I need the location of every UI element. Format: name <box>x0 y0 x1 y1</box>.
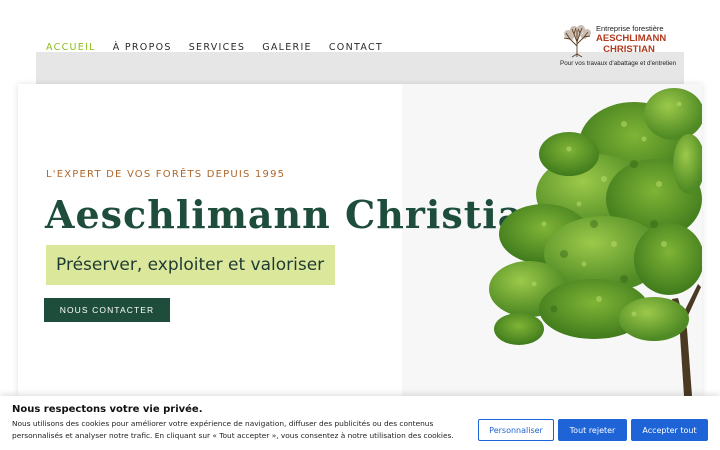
nav-item-services[interactable]: SERVICES <box>189 42 245 54</box>
cookie-consent-banner: Nous respectons votre vie privée. Nous u… <box>0 396 720 450</box>
hero-subtitle: Préserver, exploiter et valoriser <box>56 255 325 275</box>
logo-line-2: AESCHLIMANN <box>596 33 667 44</box>
tree-logo-icon <box>563 25 591 58</box>
nav-item-a-propos[interactable]: À PROPOS <box>113 42 172 54</box>
nav-item-accueil[interactable]: ACCUEIL <box>46 42 96 54</box>
cookie-title: Nous respectons votre vie privée. <box>12 404 203 415</box>
contact-us-button[interactable]: NOUS CONTACTER <box>44 298 170 322</box>
logo-line-1: Entreprise forestière <box>596 24 664 33</box>
nav-item-contact[interactable]: CONTACT <box>329 42 383 54</box>
hero-title: Aeschlimann Christian <box>45 192 552 237</box>
nav-item-galerie[interactable]: GALERIE <box>262 42 312 54</box>
hero-eyebrow: L'EXPERT DE VOS FORÊTS DEPUIS 1995 <box>46 169 286 180</box>
cookie-description: Nous utilisons des cookies pour améliore… <box>12 419 454 440</box>
tree-image <box>489 88 702 396</box>
site-header: ACCUEIL À PROPOS SERVICES GALERIE CONTAC… <box>0 0 720 84</box>
logo-tagline: Pour vos travaux d'abattage et d'entreti… <box>560 60 677 67</box>
reject-all-button[interactable]: Tout rejeter <box>558 419 627 441</box>
logo-line-3: CHRISTIAN <box>603 44 655 55</box>
accept-all-button[interactable]: Accepter tout <box>631 419 708 441</box>
hero-section: L'EXPERT DE VOS FORÊTS DEPUIS 1995 Aesch… <box>18 84 702 396</box>
company-logo[interactable]: Entreprise forestière AESCHLIMANN CHRIST… <box>558 22 676 70</box>
main-nav: ACCUEIL À PROPOS SERVICES GALERIE CONTAC… <box>46 42 383 54</box>
customize-cookies-button[interactable]: Personnaliser <box>478 419 554 441</box>
logo-text: Entreprise forestière AESCHLIMANN CHRIST… <box>596 24 667 55</box>
hero-subtitle-highlight: Préserver, exploiter et valoriser <box>46 245 335 285</box>
